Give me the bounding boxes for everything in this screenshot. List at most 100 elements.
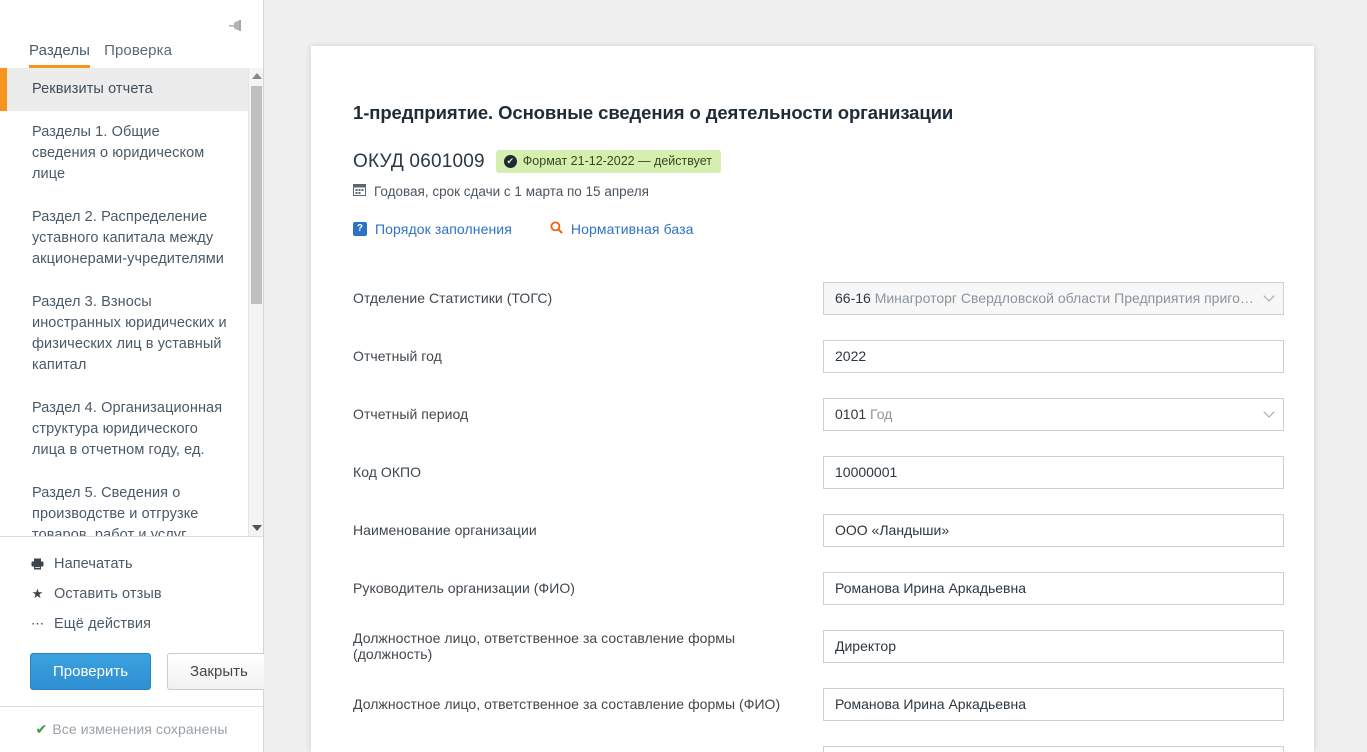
sidebar-item-label: Разделы 1. Общие сведения о юридическом … xyxy=(32,124,205,182)
report-period-select[interactable]: 0101 Год xyxy=(823,397,1284,431)
report-period-code: 0101 xyxy=(835,406,867,422)
document-body: 1-предприятие. Основные сведения о деяте… xyxy=(311,46,1314,752)
org-name-input[interactable] xyxy=(835,522,1255,538)
field-officer-name-control[interactable] xyxy=(823,687,1284,721)
pin-icon[interactable] xyxy=(225,16,249,36)
sidebar-item-section-4[interactable]: Раздел 4. Организационная структура юрид… xyxy=(0,387,249,472)
tab-proverka[interactable]: Проверка xyxy=(104,42,172,68)
report-details-form: Отделение Статистики (ТОГС) 66-16 Минагр… xyxy=(353,281,1284,752)
field-tags-control[interactable]: 66-16 Минагроторг Свердловской области П… xyxy=(823,281,1284,315)
director-name-input[interactable] xyxy=(835,580,1255,596)
field-org-name-label: Наименование организации xyxy=(353,522,537,538)
sidebar-nav-container: Реквизиты отчета Разделы 1. Общие сведен… xyxy=(0,68,263,536)
report-year-box[interactable] xyxy=(823,339,1284,373)
field-okpo-control[interactable] xyxy=(823,455,1284,489)
period-text: Годовая, срок сдачи с 1 марта по 15 апре… xyxy=(374,183,649,199)
chevron-down-icon[interactable] xyxy=(1265,411,1273,419)
field-okpo: Код ОКПО xyxy=(353,455,1284,489)
search-icon xyxy=(550,221,563,237)
okud-code: ОКУД 0601009 xyxy=(353,150,485,172)
field-officer-position: Должностное лицо, ответственное за соста… xyxy=(353,629,1284,663)
status-badge-label: Формат 21-12-2022 — действует xyxy=(522,154,712,168)
okud-row: ОКУД 0601009 ✔ Формат 21-12-2022 — дейст… xyxy=(353,150,1284,173)
print-action-label: Напечатать xyxy=(54,555,133,572)
regulatory-base-link-label: Нормативная база xyxy=(570,221,694,237)
field-tags: Отделение Статистики (ТОГС) 66-16 Минагр… xyxy=(353,281,1284,315)
feedback-action-label: Оставить отзыв xyxy=(54,585,162,602)
field-officer-name: Должностное лицо, ответственное за соста… xyxy=(353,687,1284,721)
sidebar-item-label: Реквизиты отчета xyxy=(32,81,153,97)
sidebar-item-section-3[interactable]: Раздел 3. Взносы иностранных юридических… xyxy=(0,281,249,387)
officer-position-box[interactable] xyxy=(823,629,1284,663)
report-year-input[interactable] xyxy=(835,348,1255,364)
sidebar-item-report-details[interactable]: Реквизиты отчета xyxy=(0,68,249,111)
org-name-box[interactable] xyxy=(823,513,1284,547)
tab-razdely-label: Разделы xyxy=(29,42,91,59)
director-name-box[interactable] xyxy=(823,571,1284,605)
field-report-year-control[interactable] xyxy=(823,339,1284,373)
field-officer-name-label: Должностное лицо, ответственное за соста… xyxy=(353,696,781,712)
field-officer-position-label: Должностное лицо, ответственное за соста… xyxy=(353,630,736,662)
sidebar-item-label: Раздел 2. Распределение уставного капита… xyxy=(32,209,224,267)
field-report-period-label: Отчетный период xyxy=(353,406,469,422)
field-tags-label: Отделение Статистики (ТОГС) xyxy=(353,290,553,306)
field-org-name-control[interactable] xyxy=(823,513,1284,547)
field-report-year-label: Отчетный год xyxy=(353,348,442,364)
document-panel: 1-предприятие. Основные сведения о деяте… xyxy=(311,46,1314,752)
printer-icon xyxy=(30,558,45,570)
saved-status-label: Все изменения сохранены xyxy=(52,721,228,737)
close-button[interactable]: Закрыть xyxy=(167,652,271,690)
chevron-down-icon[interactable] xyxy=(1265,295,1273,303)
field-okpo-label: Код ОКПО xyxy=(353,464,422,480)
sidebar-nav-list: Реквизиты отчета Разделы 1. Общие сведен… xyxy=(0,68,249,536)
officer-name-input[interactable] xyxy=(835,696,1255,712)
ellipsis-icon: ⋯ xyxy=(30,615,45,631)
sidebar-scrollbar[interactable] xyxy=(248,68,263,536)
scroll-up-arrow-icon[interactable] xyxy=(249,68,263,84)
field-report-period: Отчетный период 0101 Год xyxy=(353,397,1284,431)
sidebar-item-section-5[interactable]: Раздел 5. Сведения о производстве и отгр… xyxy=(0,472,249,536)
sidebar-header: Разделы Проверка xyxy=(0,0,263,68)
report-period-text: Год xyxy=(870,406,893,422)
field-next-partial-control[interactable] xyxy=(823,745,1284,752)
tab-proverka-label: Проверка xyxy=(104,42,173,59)
next-partial-box[interactable] xyxy=(823,745,1284,752)
more-actions-label: Ещё действия xyxy=(54,615,152,632)
scroll-down-arrow-icon[interactable] xyxy=(249,520,263,536)
tab-razdely[interactable]: Разделы xyxy=(29,42,91,68)
fill-order-link-label: Порядок заполнения xyxy=(375,221,512,237)
saved-status-bar: ✔ Все изменения сохранены xyxy=(0,706,263,752)
sidebar-item-label: Раздел 5. Сведения о производстве и отгр… xyxy=(32,485,199,536)
scrollbar-thumb[interactable] xyxy=(251,86,262,304)
field-report-year: Отчетный год xyxy=(353,339,1284,373)
field-director-name-label: Руководитель организации (ФИО) xyxy=(353,580,575,596)
print-action[interactable]: Напечатать xyxy=(30,549,263,579)
more-actions[interactable]: ⋯ Ещё действия xyxy=(30,609,263,639)
document-links: ? Порядок заполнения Нормативная база xyxy=(353,221,1284,237)
page-title: 1-предприятие. Основные сведения о деяте… xyxy=(353,102,954,123)
sidebar-tabs: Разделы Проверка xyxy=(29,42,172,68)
check-circle-icon: ✔ xyxy=(503,154,517,168)
okpo-input[interactable] xyxy=(835,464,1255,480)
field-director-name-control[interactable] xyxy=(823,571,1284,605)
left-sidebar: Разделы Проверка Реквизиты отчета Раздел… xyxy=(0,0,271,752)
okpo-box[interactable] xyxy=(823,455,1284,489)
fill-order-link[interactable]: ? Порядок заполнения xyxy=(353,221,512,237)
sidebar-item-label: Раздел 3. Взносы иностранных юридических… xyxy=(32,294,227,373)
calendar-icon xyxy=(353,183,366,199)
tags-select-code: 66-16 xyxy=(835,290,871,306)
field-report-period-control[interactable]: 0101 Год xyxy=(823,397,1284,431)
field-org-name: Наименование организации xyxy=(353,513,1284,547)
officer-name-box[interactable] xyxy=(823,687,1284,721)
sidebar-item-section-1[interactable]: Разделы 1. Общие сведения о юридическом … xyxy=(0,111,249,196)
officer-position-input[interactable] xyxy=(835,638,1255,654)
field-officer-position-control[interactable] xyxy=(823,629,1284,663)
sidebar-button-row: Проверить Закрыть xyxy=(30,652,271,690)
field-next-partial xyxy=(353,745,1284,752)
sidebar-actions: Напечатать ★ Оставить отзыв ⋯ Ещё действ… xyxy=(0,535,271,706)
tags-select[interactable]: 66-16 Минагроторг Свердловской области П… xyxy=(823,281,1284,315)
regulatory-base-link[interactable]: Нормативная база xyxy=(550,221,694,237)
sidebar-item-section-2[interactable]: Раздел 2. Распределение уставного капита… xyxy=(0,196,249,281)
check-button[interactable]: Проверить xyxy=(30,652,152,690)
feedback-action[interactable]: ★ Оставить отзыв xyxy=(30,579,263,609)
